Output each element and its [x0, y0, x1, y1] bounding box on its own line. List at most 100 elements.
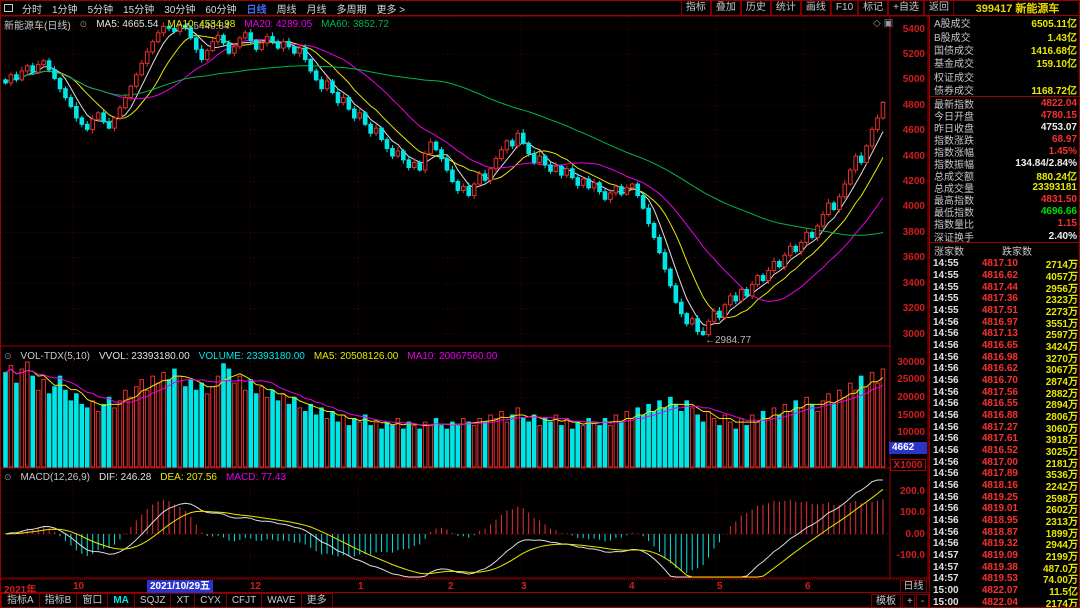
- tick-time: 14:56: [933, 386, 959, 398]
- price-axis-3000: 3000: [902, 328, 925, 340]
- panel-row-value: 159.10亿: [1036, 59, 1077, 71]
- tick-price: 4819.09: [981, 550, 1018, 562]
- tick-price: 4817.44: [981, 281, 1018, 293]
- bottom-button-MA[interactable]: MA: [108, 593, 135, 607]
- price-axis-5200: 5200: [902, 48, 925, 60]
- date-label-12: 12: [250, 581, 262, 592]
- tick-time: 14:56: [933, 340, 959, 352]
- macd-indicator-name: MACD(12,26,9): [20, 471, 91, 483]
- tick-time: 14:56: [933, 456, 959, 468]
- bottom-button-更多[interactable]: 更多: [301, 593, 333, 607]
- tick-time: 15:00: [933, 596, 959, 608]
- volume-axis-10000: 10000: [897, 427, 925, 439]
- macd-axis-0: 0.00: [905, 528, 925, 540]
- macd-values-0: DIF: 246.28: [99, 471, 152, 483]
- macd-values-1: DEA: 207.56: [160, 471, 217, 483]
- panel-row-国债成交: 国债成交 1416.68亿: [930, 43, 1079, 57]
- bottom-button-CYX[interactable]: CYX: [195, 593, 227, 607]
- panel-row-value: 68.97: [1051, 133, 1077, 145]
- tick-time: 14:56: [933, 480, 959, 492]
- panel-row-value: 4696.66: [1040, 206, 1077, 218]
- volume-values: VVOL: 23393180.00 VOLUME: 23393180.00 MA5:…: [99, 351, 497, 362]
- panel-row-value: 23393181: [1032, 182, 1078, 194]
- template-controls: 模板 + -: [870, 594, 929, 607]
- low-annotation: ←2984.77: [705, 335, 752, 346]
- price-axis-3400: 3400: [902, 277, 925, 289]
- panel-row-深证换手: 深证换手 2.40%: [930, 230, 1079, 244]
- tick-time: 14:56: [933, 445, 959, 457]
- price-axis-4400: 4400: [902, 150, 925, 162]
- tick-time: 14:56: [933, 515, 959, 527]
- bottom-button-CFJT[interactable]: CFJT: [226, 593, 263, 607]
- panel-row-基金成交: 基金成交 159.10亿: [930, 56, 1079, 71]
- zoom-in-button[interactable]: +: [902, 594, 915, 607]
- volume-pane-header: ⊙ VOL-TDX(5,10) VVOL: 23393180.00 VOLUME:…: [4, 350, 497, 362]
- date-label-3: 3: [521, 581, 527, 592]
- tick-time: 14:56: [933, 398, 959, 410]
- main-chart-title: 新能源车(日线): [4, 20, 71, 32]
- tick-price: 4816.98: [981, 351, 1018, 363]
- tick-time: 14:56: [933, 503, 959, 515]
- tick-time: 14:56: [933, 375, 959, 387]
- date-highlight: 2021/10/29五: [147, 580, 214, 593]
- tick-price: 4817.56: [981, 386, 1018, 398]
- decliners-header[interactable]: 跌家数: [1002, 243, 1032, 258]
- panel-row-value: 1.45%: [1048, 145, 1077, 157]
- tick-price: 4819.25: [981, 491, 1018, 503]
- chart-corner-icon-0[interactable]: ◇: [873, 18, 884, 29]
- macd-values: DIF: 246.28 DEA: 207.56 MACD: 77.43: [99, 472, 286, 483]
- panel-row-value: 4780.15: [1040, 109, 1077, 121]
- tick-time: 14:57: [933, 550, 959, 562]
- tick-list-header: 涨家数 跌家数: [930, 243, 1079, 258]
- volume-settings-icon[interactable]: ⊙: [4, 351, 12, 362]
- tick-list[interactable]: 14:55 4817.10 2714万 14:55 4816.62 4057万 14:55 4…: [930, 258, 1079, 608]
- date-label-4: 4: [629, 581, 635, 592]
- bottom-button-SQJZ[interactable]: SQJZ: [134, 593, 172, 607]
- date-label-2: 2: [448, 581, 454, 592]
- bottom-button-WAVE[interactable]: WAVE: [262, 593, 302, 607]
- panel-row-B股成交: B股成交 1.43亿: [930, 29, 1079, 44]
- volume-axis-20000: 20000: [897, 391, 925, 403]
- panel-row-label: 深证换手: [934, 232, 974, 244]
- panel-row-value: 1.15: [1057, 218, 1077, 230]
- tick-price: 4817.13: [981, 328, 1018, 340]
- indicator-settings-icon[interactable]: ⊙: [80, 19, 88, 30]
- stock-title: 399417 新能源车: [954, 1, 1079, 16]
- chart-canvas[interactable]: [1, 1, 929, 608]
- tick-time: 14:56: [933, 433, 959, 445]
- zoom-out-button[interactable]: -: [916, 594, 929, 607]
- tick-price: 4816.70: [981, 375, 1018, 387]
- tick-price: 4819.01: [981, 503, 1018, 515]
- advancers-header[interactable]: 涨家数: [930, 243, 1002, 258]
- price-axis-4800: 4800: [902, 99, 925, 111]
- tick-price: 4819.38: [981, 561, 1018, 573]
- tick-time: 14:56: [933, 538, 959, 550]
- tick-time: 14:56: [933, 363, 959, 375]
- panel-row-value: 880.24亿: [1036, 172, 1077, 184]
- macd-axis--100: -100.0: [896, 550, 925, 561]
- macd-settings-icon[interactable]: ⊙: [4, 472, 12, 483]
- market-turnover-section: A股成交 6505.11亿 B股成交 1.43亿 国债成交 1416.68亿 基金成交 159…: [930, 16, 1079, 98]
- tick-time: 14:56: [933, 526, 959, 538]
- bottom-button-XT[interactable]: XT: [171, 593, 196, 607]
- price-axis-4000: 4000: [902, 201, 925, 213]
- bottom-button-指标A[interactable]: 指标A: [1, 593, 40, 607]
- main-ma-values: MA5: 4665.54 MA10: 4534.98 MA20: 4289.05 MA…: [96, 19, 389, 30]
- period-indicator-box[interactable]: 日线: [900, 580, 927, 593]
- main-ma-values-3: MA60: 3852.72: [321, 18, 389, 30]
- vol-values-3: MA10: 20067560.00: [407, 350, 498, 362]
- bottom-button-指标B[interactable]: 指标B: [39, 593, 78, 607]
- tick-time: 14:57: [933, 561, 959, 573]
- template-button[interactable]: 模板: [871, 594, 901, 607]
- tick-time: 15:00: [933, 585, 959, 597]
- trading-terminal-window: 分时 1分钟 5分钟 15分钟 30分钟 60分钟 日线 周线 月线 多周期 更多 > 指标 叠加 历史…: [0, 0, 1080, 608]
- date-label-6: 6: [805, 581, 811, 592]
- tick-price: 4818.16: [981, 480, 1018, 492]
- stock-code: 399417: [975, 3, 1013, 15]
- panel-row-债券成交: 债券成交 1168.72亿: [930, 83, 1079, 98]
- date-label-5: 5: [717, 581, 723, 592]
- panel-row-value: 1168.72亿: [1031, 86, 1077, 98]
- bottom-button-窗口[interactable]: 窗口: [77, 593, 109, 607]
- bottom-toolbar: 指标A 指标B 窗口 MA SQJZ XT CYX CFJT WAVE 更多: [1, 593, 929, 607]
- volume-axis-25000: 25000: [897, 374, 925, 386]
